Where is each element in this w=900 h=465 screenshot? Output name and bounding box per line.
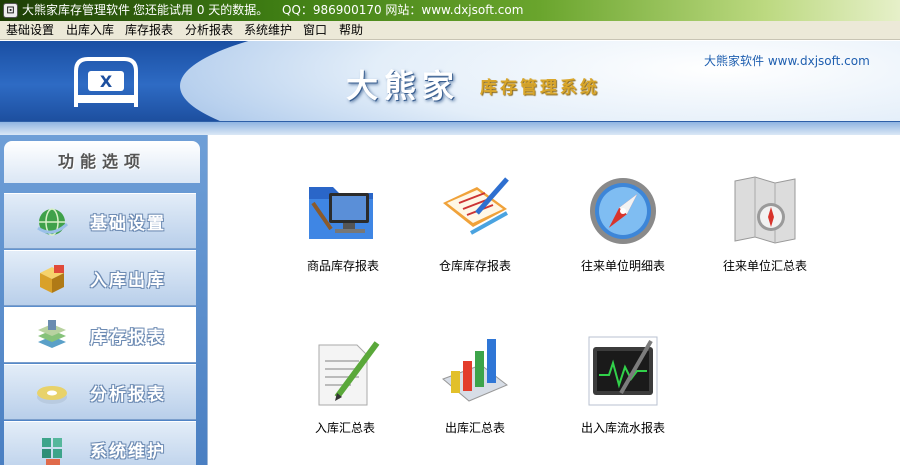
menu-inventory-reports[interactable]: 库存报表 (125, 21, 173, 40)
monitor-pen-icon (588, 336, 658, 406)
sidebar-item-label: 分析报表 (90, 385, 166, 405)
banner-strip (0, 121, 900, 135)
globe-icon (37, 208, 69, 236)
tile-partner-detail-report[interactable]: 往来单位明细表 (555, 173, 685, 283)
app-icon[interactable]: ⊡ (3, 3, 18, 18)
sidebar-item-inventory-reports[interactable]: 库存报表 (4, 307, 196, 363)
tile-label: 往来单位汇总表 (722, 259, 807, 273)
brand-title: 大熊家 (346, 67, 461, 105)
menu-analysis-reports[interactable]: 分析报表 (185, 21, 233, 40)
sidebar: 功能选项 基础设置 入库出库 库存报表 分析报表 系统维护 (0, 135, 207, 465)
menu-help[interactable]: 帮助 (339, 21, 363, 40)
sidebar-header: 功能选项 (4, 141, 200, 183)
tile-partner-summary-report[interactable]: 往来单位汇总表 (697, 173, 827, 283)
tile-product-inventory-report[interactable]: 商品库存报表 (275, 173, 405, 283)
header-banner: X 大熊家 库存管理系统 大熊家软件 www.dxjsoft.com (0, 41, 900, 121)
tile-stock-out-summary[interactable]: 出库汇总表 (407, 335, 537, 445)
tile-label: 出库汇总表 (444, 421, 505, 435)
sidebar-item-system-maintenance[interactable]: 系统维护 (4, 421, 196, 465)
tile-label: 入库汇总表 (314, 421, 375, 435)
menu-basic-settings[interactable]: 基础设置 (6, 21, 54, 40)
compass-icon (590, 178, 656, 244)
sidebar-item-stock-in-out[interactable]: 入库出库 (4, 250, 196, 306)
sidebar-item-analysis-reports[interactable]: 分析报表 (4, 364, 196, 420)
menu-bar: 基础设置 出库入库 库存报表 分析报表 系统维护 窗口 帮助 (0, 21, 900, 40)
brand-subtitle: 库存管理系统 (480, 78, 600, 98)
sidebar-item-label: 入库出库 (90, 271, 166, 291)
tile-label: 出入库流水报表 (580, 421, 665, 435)
svg-text:X: X (100, 72, 113, 91)
box-icon (40, 265, 64, 293)
menu-window[interactable]: 窗口 (303, 21, 327, 40)
sidebar-item-label: 基础设置 (90, 214, 166, 234)
tile-warehouse-inventory-report[interactable]: 仓库库存报表 (407, 173, 537, 283)
trial-notice: 您还能试用 0 天的数据。 (133, 3, 269, 17)
tile-label: 仓库库存报表 (438, 259, 511, 273)
tools-icon (42, 438, 62, 465)
disc-icon (37, 386, 67, 404)
computer-folder-icon (309, 187, 373, 239)
tile-label: 往来单位明细表 (580, 259, 665, 273)
tile-stock-flow-report[interactable]: 出入库流水报表 (555, 335, 685, 445)
tile-label: 商品库存报表 (306, 259, 379, 273)
website-link[interactable]: 大熊家软件 www.dxjsoft.com (704, 52, 870, 69)
tile-stock-in-summary[interactable]: 入库汇总表 (277, 335, 407, 445)
menu-system-maintenance[interactable]: 系统维护 (244, 21, 292, 40)
contact-info: QQ：986900170 网站：www.dxjsoft.com (282, 3, 524, 17)
window-titlebar: ⊡ 大熊家库存管理软件 您还能试用 0 天的数据。 QQ：986900170 网… (0, 0, 900, 21)
menu-stock-in-out[interactable]: 出库入库 (66, 21, 114, 40)
map-compass-icon (734, 176, 796, 244)
report-grid: 商品库存报表 仓库库存报表 往来单位明细表 往来单位汇总表 入库汇总表 出库汇总… (207, 135, 900, 465)
sidebar-item-label: 库存报表 (90, 328, 166, 348)
window-title: 大熊家库存管理软件 (22, 3, 131, 17)
sidebar-item-basic-settings[interactable]: 基础设置 (4, 193, 196, 249)
document-pen-icon (318, 341, 380, 406)
sidebar-item-label: 系统维护 (90, 442, 166, 462)
bar-chart-icon (442, 339, 508, 402)
bed-logo-icon: X (74, 57, 138, 107)
layers-icon (38, 320, 66, 348)
clipboard-pencil-icon (443, 177, 509, 235)
